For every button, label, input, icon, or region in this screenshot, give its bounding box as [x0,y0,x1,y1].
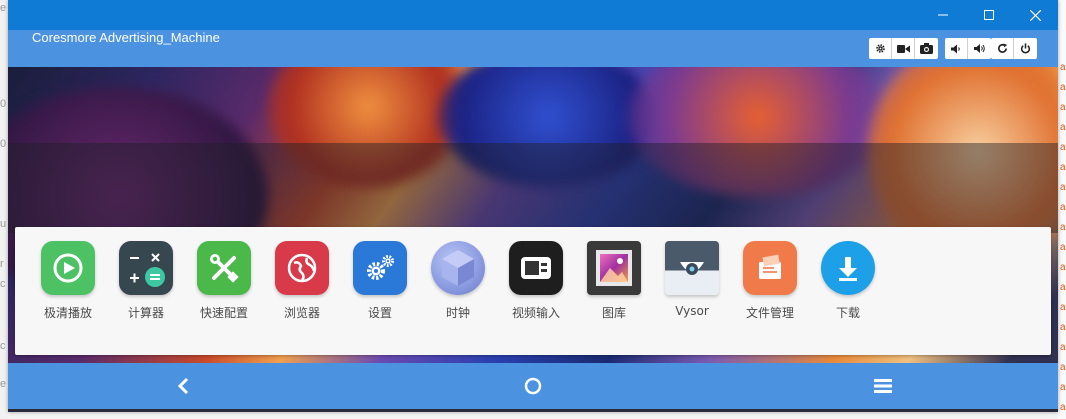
background-text: u [0,218,7,230]
background-text: e [0,2,7,14]
app-video-input[interactable]: 视频输入 [500,241,572,321]
background-page-left: e 0 0 u r c c e [0,0,8,419]
record-video-icon[interactable] [892,38,915,59]
app-download[interactable]: 下载 [812,241,884,321]
background-text: a [1060,222,1066,233]
browser-icon [275,241,329,295]
background-text: a [1060,302,1066,313]
file-manager-icon [743,241,797,295]
app-label: 文件管理 [745,306,794,320]
app-vysor[interactable]: Vysor [656,241,728,318]
background-text: a [1060,322,1066,333]
app-label: 极清播放 [43,306,92,320]
tools-icon [197,241,251,295]
app-label: Vysor [675,304,709,318]
download-icon [821,241,875,295]
background-text: a [1060,282,1066,293]
volume-controls-group [945,38,991,59]
app-toolbar: Coresmore Advertising_Machine [8,30,1058,67]
menu-icon[interactable] [843,363,923,409]
background-text: 0 [0,138,7,150]
background-text: a [1060,402,1066,413]
close-icon[interactable] [1012,0,1058,30]
background-text: a [1060,362,1066,373]
background-text: c [0,340,6,352]
video-input-icon [509,241,563,295]
app-label: 计算器 [127,306,164,320]
app-clock[interactable]: 时钟 [422,241,494,321]
app-settings[interactable]: 设置 [344,241,416,321]
home-icon[interactable] [493,363,573,409]
background-text: a [1060,82,1066,93]
background-text: a [1060,182,1066,193]
clock-icon [431,241,485,295]
screenshot-icon[interactable] [915,38,938,59]
app-label: 下载 [835,306,860,320]
background-text: a [1060,202,1066,213]
device-screen[interactable]: 极清播放 计算器 快速配置 浏览器 设置 时钟 视频输入 图库 Vysor 文件… [8,67,1058,363]
gallery-icon [587,241,641,295]
app-title: Coresmore Advertising_Machine [32,30,220,45]
minimize-icon[interactable] [920,0,966,30]
background-text: r [0,258,4,270]
volume-down-icon[interactable] [945,38,968,59]
app-window: Coresmore Advertising_Machine 极清播放 计算器 快… [8,0,1058,412]
volume-up-icon[interactable] [968,38,991,59]
app-label: 浏览器 [283,306,320,320]
app-quick-config[interactable]: 快速配置 [188,241,260,321]
app-drawer: 极清播放 计算器 快速配置 浏览器 设置 时钟 视频输入 图库 Vysor 文件… [15,227,1051,355]
background-text: a [1060,162,1066,173]
app-file-manager[interactable]: 文件管理 [734,241,806,321]
wallpaper-overlay [8,143,1058,233]
capture-controls-group [869,38,938,59]
device-controls-group [991,38,1037,59]
background-text: a [1060,382,1066,393]
background-text: a [1060,62,1066,73]
settings-gears-icon [353,241,407,295]
background-text: a [1060,342,1066,353]
app-gallery[interactable]: 图库 [578,241,650,321]
background-text: a [1060,242,1066,253]
background-text: c [0,278,6,290]
app-video-player[interactable]: 极清播放 [32,241,104,321]
background-text: 0 [0,98,7,110]
settings-icon[interactable] [869,38,892,59]
window-title-bar[interactable] [8,0,1058,30]
app-label: 图库 [601,306,626,320]
calculator-icon [119,241,173,295]
background-text: a [1060,142,1066,153]
back-icon[interactable] [143,363,223,409]
video-player-icon [41,241,95,295]
background-text: a [1060,102,1066,113]
app-calculator[interactable]: 计算器 [110,241,182,321]
background-text: e [0,378,7,390]
app-browser[interactable]: 浏览器 [266,241,338,321]
background-page-right: a a a a a a a a a a a a a a a a a a [1058,0,1066,419]
app-label: 设置 [367,306,392,320]
maximize-icon[interactable] [966,0,1012,30]
navigation-bar [8,363,1058,409]
app-label: 时钟 [445,306,470,320]
background-text: a [1060,122,1066,133]
rotate-icon[interactable] [991,38,1014,59]
background-text: a [1060,262,1066,273]
app-label: 视频输入 [511,306,560,320]
power-icon[interactable] [1014,38,1037,59]
app-label: 快速配置 [199,306,248,320]
vysor-icon [665,241,719,295]
